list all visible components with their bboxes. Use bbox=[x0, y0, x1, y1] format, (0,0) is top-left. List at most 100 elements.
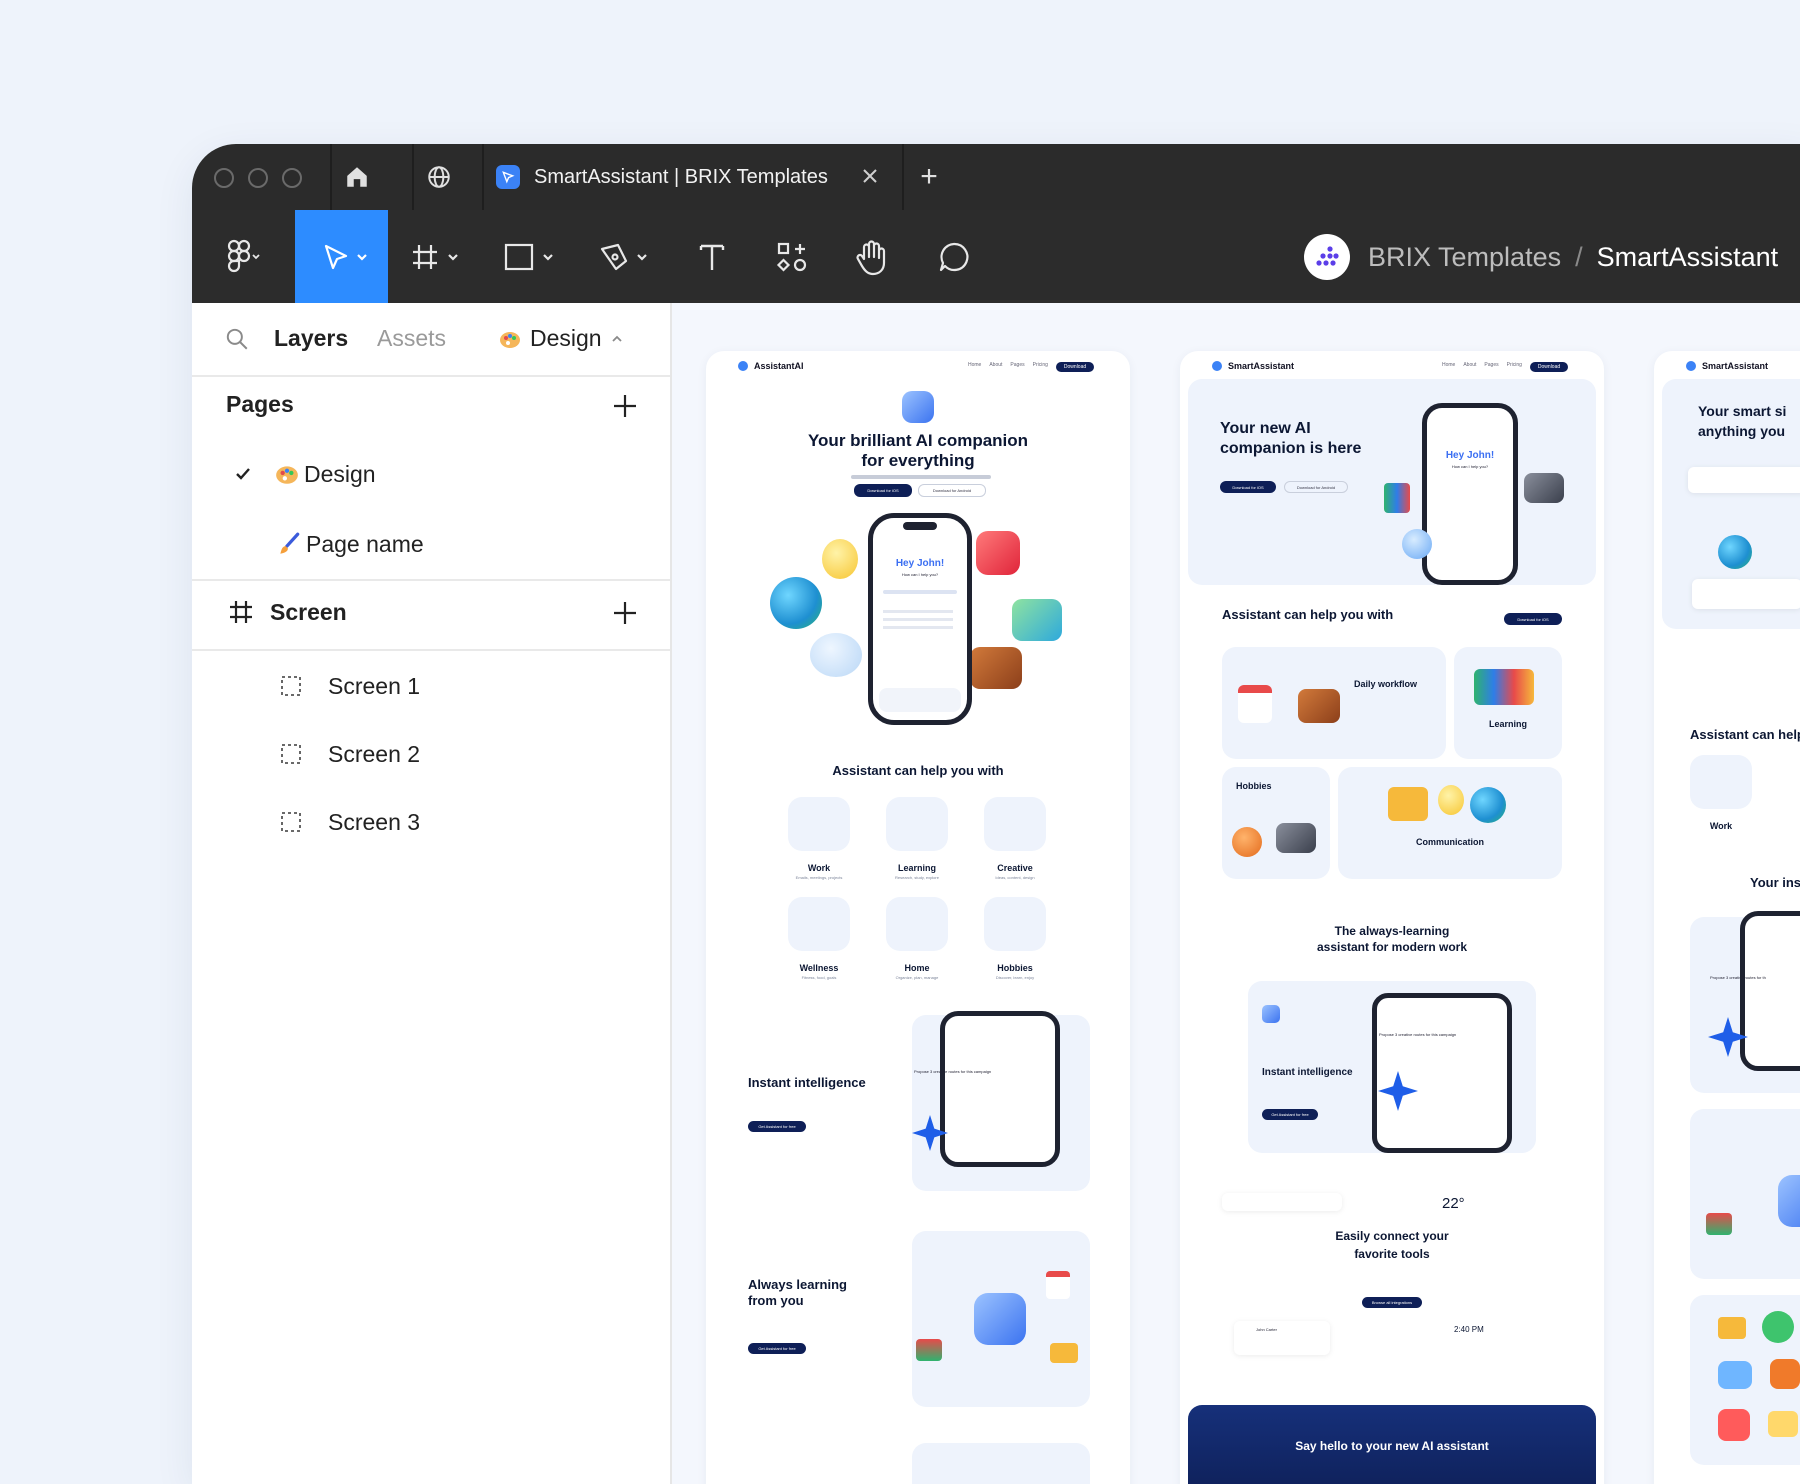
layer-item-screen-3[interactable]: Screen 3 bbox=[192, 797, 670, 847]
screen-frame-title[interactable]: Screen bbox=[270, 599, 347, 626]
tab-layers[interactable]: Layers bbox=[274, 325, 348, 352]
phone-notch bbox=[903, 522, 937, 530]
next-illustration bbox=[912, 1443, 1090, 1484]
nav-cta-button[interactable]: Download bbox=[1529, 362, 1569, 372]
text-tool[interactable] bbox=[687, 210, 737, 303]
hero-card: Your smart si anything you bbox=[1662, 379, 1800, 629]
always-heading-line: from you bbox=[748, 1293, 804, 1308]
section-heading: Assistant can help bbox=[1690, 727, 1800, 742]
category-tile-creative[interactable] bbox=[984, 797, 1046, 851]
team-name[interactable]: BRIX Templates bbox=[1368, 242, 1561, 273]
tab-separator bbox=[412, 144, 414, 210]
design-canvas[interactable]: AssistantAI Home About Pages Pricing Dow… bbox=[672, 303, 1800, 1484]
footer-heading: Say hello to your new AI assistant bbox=[1295, 1439, 1489, 1453]
brix-dots-icon bbox=[1316, 246, 1339, 266]
basketball-3d-icon bbox=[1232, 827, 1262, 857]
add-page-button[interactable] bbox=[612, 393, 638, 419]
always-illustration bbox=[1690, 1109, 1800, 1279]
brix-team-logo[interactable] bbox=[1304, 234, 1350, 280]
card-learning[interactable]: Learning bbox=[1454, 647, 1562, 759]
home-icon[interactable] bbox=[338, 158, 376, 196]
page-item-page-name[interactable]: Page name bbox=[192, 519, 670, 569]
card-communication[interactable]: Communication bbox=[1338, 767, 1562, 879]
nav-link[interactable]: Home bbox=[1442, 362, 1455, 372]
download-ios-button[interactable]: Download for iOS bbox=[854, 484, 912, 497]
category-label: Wellness bbox=[799, 963, 839, 973]
weather-temperature: 22° bbox=[1442, 1195, 1465, 1212]
new-tab-button[interactable]: + bbox=[910, 158, 948, 196]
frame-screen-3[interactable]: SmartAssistant Your smart si anything yo… bbox=[1654, 351, 1800, 1484]
palette-emoji-icon bbox=[500, 331, 520, 348]
pages-title: Pages bbox=[226, 391, 294, 417]
plus-icon bbox=[614, 395, 636, 417]
tab-title: SmartAssistant | BRIX Templates bbox=[534, 165, 828, 188]
layer-item-screen-1[interactable]: Screen 1 bbox=[192, 661, 670, 711]
active-tab[interactable]: SmartAssistant | BRIX Templates bbox=[484, 144, 896, 210]
card-title: Learning bbox=[1488, 719, 1527, 729]
nav-link[interactable]: About bbox=[989, 362, 1002, 372]
rectangle-tool[interactable] bbox=[495, 210, 565, 303]
hero-subtext bbox=[851, 475, 991, 479]
nav-link[interactable]: Pricing bbox=[1033, 362, 1048, 372]
category-tile-work[interactable] bbox=[788, 797, 850, 851]
file-name[interactable]: SmartAssistant bbox=[1597, 242, 1779, 273]
briefcase-3d-icon bbox=[970, 647, 1022, 689]
search-icon[interactable] bbox=[224, 326, 250, 357]
nav-link[interactable]: About bbox=[1463, 362, 1476, 372]
brand-name: AssistantAI bbox=[754, 361, 804, 371]
frame-tool[interactable] bbox=[402, 210, 472, 303]
phone-input-box bbox=[879, 688, 961, 712]
category-tile-wellness[interactable] bbox=[788, 897, 850, 951]
frame-hash-icon bbox=[413, 244, 458, 269]
category-tile-hobbies[interactable] bbox=[984, 897, 1046, 951]
page-item-label: Page name bbox=[306, 530, 424, 557]
layer-item-screen-2[interactable]: Screen 2 bbox=[192, 729, 670, 779]
card-daily-workflow[interactable]: Daily workflow bbox=[1222, 647, 1446, 759]
get-assistant-button[interactable]: Get Assistant for free bbox=[1262, 1109, 1318, 1120]
tab-assets[interactable]: Assets bbox=[377, 325, 446, 352]
close-window-button[interactable] bbox=[214, 168, 234, 188]
brand-logo-icon bbox=[738, 361, 748, 371]
category-tile-learning[interactable] bbox=[886, 797, 948, 851]
get-assistant-button[interactable]: Get Assistant for free bbox=[748, 1343, 806, 1354]
page-item-design[interactable]: Design bbox=[192, 449, 670, 499]
frame-screen-2[interactable]: SmartAssistant Home About Pages Pricing … bbox=[1180, 351, 1604, 1484]
get-assistant-button[interactable]: Get Assistant for free bbox=[748, 1121, 806, 1132]
nav-link[interactable]: Home bbox=[968, 362, 981, 372]
minimize-window-button[interactable] bbox=[248, 168, 268, 188]
download-android-button[interactable]: Download for Android bbox=[1284, 481, 1348, 493]
frame-nav-links: Home About Pages Pricing Download bbox=[1442, 362, 1569, 372]
close-tab-icon[interactable] bbox=[858, 164, 882, 188]
resources-tool[interactable] bbox=[767, 210, 817, 303]
frame-navbar: SmartAssistant bbox=[1212, 361, 1294, 371]
nav-link[interactable]: Pages bbox=[1484, 362, 1498, 372]
nav-link[interactable]: Pages bbox=[1010, 362, 1024, 372]
nav-link[interactable]: Pricing bbox=[1507, 362, 1522, 372]
palette-emoji-icon bbox=[276, 466, 298, 484]
nav-cta-button[interactable]: Download bbox=[1055, 362, 1095, 372]
comment-tool[interactable] bbox=[929, 210, 979, 303]
category-tile-work[interactable] bbox=[1690, 755, 1752, 809]
page-selector[interactable]: Design bbox=[498, 325, 624, 352]
hand-tool[interactable] bbox=[847, 210, 897, 303]
layers-sidebar: Layers Assets Design Pages Design Page n… bbox=[192, 303, 672, 1484]
download-ios-button[interactable]: Download for iOS bbox=[1504, 613, 1562, 625]
phone-subtitle: How can I help you? bbox=[901, 572, 939, 577]
browse-integrations-button[interactable]: Browse all integrations bbox=[1362, 1297, 1422, 1308]
hero-heading-line: anything you bbox=[1698, 423, 1786, 439]
card-title: Hobbies bbox=[1236, 781, 1272, 791]
figma-main-menu[interactable] bbox=[212, 210, 272, 303]
frame-screen-1[interactable]: AssistantAI Home About Pages Pricing Dow… bbox=[706, 351, 1130, 1484]
download-android-button[interactable]: Download for Android bbox=[918, 484, 986, 497]
add-layer-button[interactable] bbox=[612, 600, 638, 626]
download-ios-button[interactable]: Download for iOS bbox=[1220, 481, 1276, 493]
move-tool[interactable] bbox=[295, 210, 388, 303]
contact-card: John Carter bbox=[1234, 1321, 1330, 1355]
category-tile-home[interactable] bbox=[886, 897, 948, 951]
maximize-window-button[interactable] bbox=[282, 168, 302, 188]
learning-heading: The always-learning assistant for modern… bbox=[1180, 923, 1604, 955]
globe-icon[interactable] bbox=[420, 158, 458, 196]
card-hobbies[interactable]: Hobbies bbox=[1222, 767, 1330, 879]
pen-tool[interactable] bbox=[589, 210, 659, 303]
briefcase-3d-icon bbox=[1298, 689, 1340, 723]
